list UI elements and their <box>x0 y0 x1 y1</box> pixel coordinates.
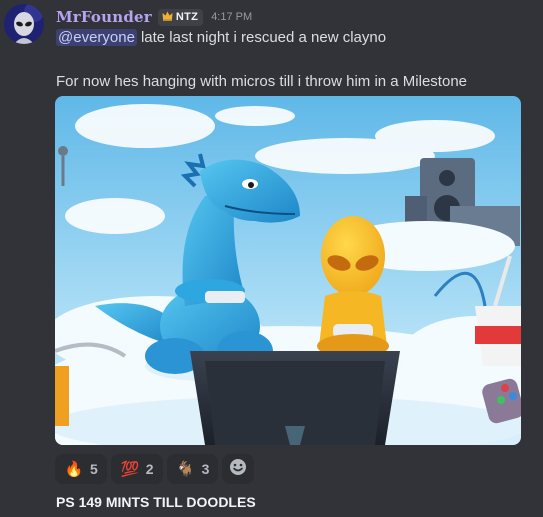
message-text-1: late last night i rescued a new clayno <box>140 29 387 46</box>
message-line-1: @everyone late last night i rescued a ne… <box>56 29 386 46</box>
next-message-text: PS 149 MINTS TILL DOODLES <box>56 494 256 510</box>
user-avatar[interactable] <box>4 4 44 44</box>
message-header: MrFounder NTZ 4:17 PM <box>56 7 252 27</box>
goat-emoji-icon: 🐐 <box>176 461 195 478</box>
fire-emoji-icon: 🔥 <box>64 461 84 478</box>
role-tag[interactable]: NTZ <box>157 8 204 26</box>
illustration-image <box>55 96 521 445</box>
image-attachment[interactable] <box>55 96 521 445</box>
reaction-goat[interactable]: 🐐 3 <box>166 454 219 484</box>
message-timestamp[interactable]: 4:17 PM <box>211 11 252 23</box>
username[interactable]: MrFounder <box>56 8 152 26</box>
smiley-add-reaction-icon <box>228 457 248 482</box>
message-text-2: For now hes hanging with micros till i t… <box>56 73 467 90</box>
chat-message: MrFounder NTZ 4:17 PM @everyone late las… <box>0 0 543 517</box>
crown-icon <box>162 11 173 24</box>
reaction-count: 5 <box>90 461 98 477</box>
add-reaction-button[interactable] <box>222 454 255 484</box>
hundred-points-emoji-icon: 💯 <box>120 461 140 478</box>
reaction-fire[interactable]: 🔥 5 <box>55 454 107 484</box>
reaction-count: 2 <box>145 461 154 477</box>
reactions-bar: 🔥 5 💯 2 🐐 3 <box>55 454 255 484</box>
reaction-count: 3 <box>201 461 210 477</box>
reaction-hundred-points[interactable]: 💯 2 <box>110 454 163 484</box>
everyone-mention[interactable]: @everyone <box>56 29 137 46</box>
role-tag-label: NTZ <box>175 11 199 23</box>
alien-avatar-icon <box>4 4 44 44</box>
